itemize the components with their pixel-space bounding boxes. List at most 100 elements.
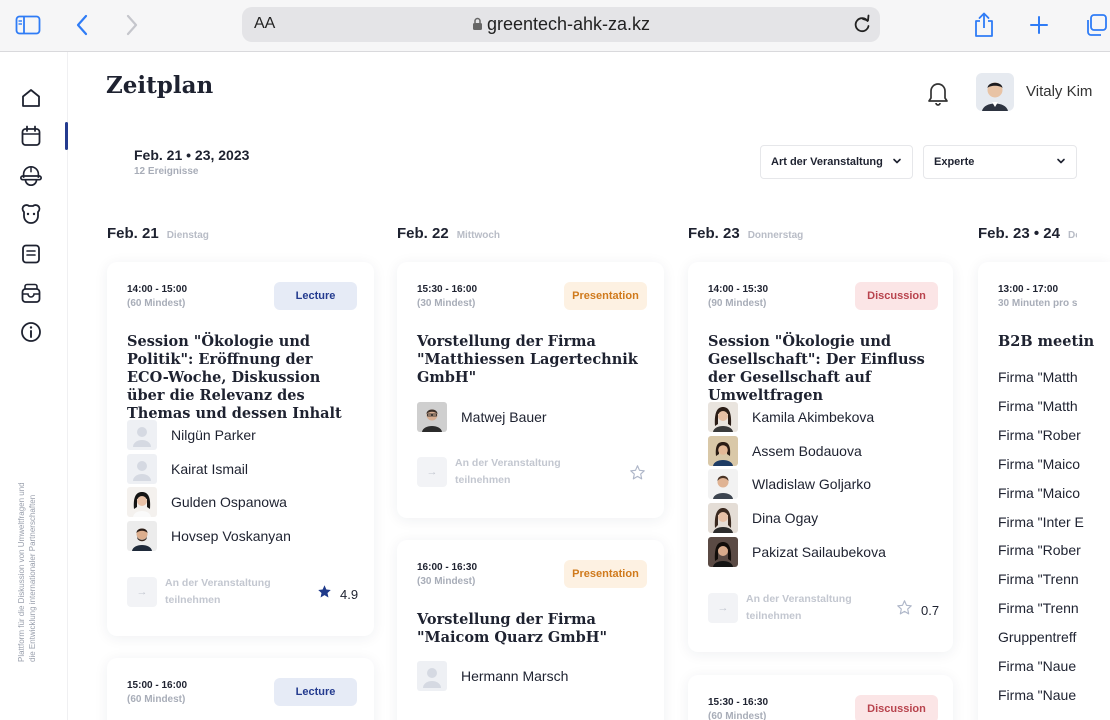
speaker[interactable]: Nilgün Parker [127, 420, 256, 450]
event-type-badge: Lecture [274, 282, 357, 310]
avatar-placeholder-icon [417, 661, 447, 691]
tabs-overview-icon[interactable] [1080, 10, 1110, 40]
address-bar[interactable]: AA greentech-ahk-za.kz [242, 7, 880, 42]
chevron-down-icon [1056, 156, 1066, 169]
speaker-name: Kamila Akimbekova [752, 409, 875, 425]
event-type-badge: Lecture [274, 678, 357, 706]
event-time: 15:30 - 16:30 [708, 697, 769, 708]
join-event[interactable]: → An der Veranstaltung teilnehmen [417, 457, 575, 487]
event-title[interactable]: Session "Ökologie und Politik": Eröffnun… [127, 333, 359, 423]
day-date: Feb. 22 [397, 225, 449, 242]
day-date: Feb. 23 [688, 225, 740, 242]
expert-filter-label: Experte [934, 156, 975, 168]
url-text: greentech-ahk-za.kz [486, 14, 651, 34]
sidebar-toggle-icon[interactable] [12, 10, 44, 40]
speaker-name: Hermann Marsch [461, 668, 569, 684]
event-title[interactable]: Vorstellung der Firma "Maicom Quarz GmbH… [417, 611, 649, 647]
join-event[interactable]: → An der Veranstaltung teilnehmen [127, 577, 285, 607]
arrow-right-icon[interactable]: → [127, 577, 157, 607]
b2b-company: Firma "Naue [998, 658, 1077, 674]
event-card[interactable]: 16:00 - 16:30 (30 Mindest) Presentation … [397, 540, 664, 720]
event-card[interactable]: 15:30 - 16:00 (30 Mindest) Presentation … [397, 262, 664, 518]
speaker-name: Dina Ogay [752, 510, 819, 526]
url-display[interactable]: greentech-ahk-za.kz [242, 14, 880, 36]
speaker-avatar [708, 402, 738, 432]
speaker[interactable]: Assem Bodauova [708, 436, 862, 466]
join-event-label: An der Veranstaltung teilnehmen [165, 577, 271, 606]
share-icon[interactable] [968, 10, 1000, 40]
home-icon[interactable] [19, 86, 43, 110]
star-outline-icon[interactable] [896, 599, 913, 621]
b2b-company: Firma "Naue [998, 687, 1077, 703]
info-icon[interactable] [19, 320, 43, 344]
event-type-badge: Presentation [564, 282, 647, 310]
user-avatar[interactable] [976, 73, 1014, 111]
event-time: 15:00 - 16:00 [127, 680, 188, 691]
join-event[interactable]: → An der Veranstaltung teilnehmen [708, 593, 866, 623]
day-date: Feb. 21 [107, 225, 159, 242]
event-duration: (90 Mindest) [708, 298, 767, 309]
reload-icon[interactable] [852, 13, 872, 40]
speaker[interactable]: Gulden Ospanowa [127, 487, 287, 517]
sidebar-nav: Plattform für die Diskussion von Umweltf… [0, 52, 68, 720]
join-event-label: An der Veranstaltung teilnehmen [455, 457, 561, 486]
arrow-right-icon[interactable]: → [708, 593, 738, 623]
avatar-placeholder-icon [127, 454, 157, 484]
day-date: Feb. 23 • 24 [978, 225, 1060, 242]
event-duration: (60 Mindest) [127, 694, 186, 705]
speaker[interactable]: Hovsep Voskanyan [127, 521, 291, 551]
helmet-icon[interactable] [19, 164, 43, 188]
date-range: Feb. 21 • 23, 2023 [134, 147, 250, 163]
day-weekday: Do [1067, 230, 1077, 241]
back-icon[interactable] [66, 10, 98, 40]
speaker[interactable]: Pakizat Sailaubekova [708, 537, 886, 567]
speaker[interactable]: Kamila Akimbekova [708, 402, 874, 432]
event-title[interactable]: Vorstellung der Firma "Matthiessen Lager… [417, 333, 649, 387]
calendar-icon[interactable] [19, 124, 43, 148]
forward-icon[interactable] [116, 10, 148, 40]
arrow-right-icon[interactable]: → [417, 457, 447, 487]
speaker[interactable]: Matwej Bauer [417, 402, 547, 432]
b2b-company: Firma "Inter E [998, 514, 1084, 530]
mascot-icon[interactable] [19, 202, 43, 226]
speaker[interactable]: Wladislaw Goljarko [708, 469, 871, 499]
star-outline-icon[interactable] [629, 464, 646, 486]
event-card[interactable]: 15:30 - 16:30 (60 Mindest) Discussion [688, 675, 953, 720]
event-card[interactable]: 15:00 - 16:00 (60 Mindest) Lecture [107, 658, 374, 720]
new-tab-icon[interactable] [1023, 10, 1055, 40]
speaker[interactable]: Dina Ogay [708, 503, 818, 533]
day-weekday: Dienstag [166, 230, 209, 241]
user-name[interactable]: Vitaly Kim [1026, 83, 1092, 100]
event-card[interactable]: 14:00 - 15:30 (90 Mindest) Discussion Se… [688, 262, 953, 652]
event-title[interactable]: B2B meetin [998, 333, 1110, 351]
speaker-avatar [708, 436, 738, 466]
speaker[interactable]: Kairat Ismail [127, 454, 248, 484]
event-type-filter-label: Art der Veranstaltung [771, 156, 883, 168]
rating[interactable]: 4.9 [317, 584, 358, 604]
event-card[interactable]: 14:00 - 15:00 (60 Mindest) Lecture Sessi… [107, 262, 374, 636]
join-event-label: An der Veranstaltung teilnehmen [746, 593, 852, 622]
speaker-name: Nilgün Parker [171, 427, 256, 443]
b2b-company: Firma "Trenn [998, 571, 1079, 587]
star-filled-icon[interactable] [317, 584, 332, 604]
event-card[interactable]: 13:00 - 17:00 30 Minuten pro s B2B meeti… [978, 262, 1110, 720]
speaker-name: Pakizat Sailaubekova [752, 544, 886, 560]
event-type-filter[interactable]: Art der Veranstaltung [760, 145, 913, 179]
day-header: Feb. 23 Donnerstag [688, 225, 803, 243]
event-type-badge: Discussion [855, 282, 938, 310]
expert-filter[interactable]: Experte [923, 145, 1077, 179]
event-title[interactable]: Session "Ökologie und Gesellschaft": Der… [708, 333, 940, 405]
rating-value: 4.9 [340, 586, 359, 602]
favorite-star[interactable] [629, 464, 646, 486]
speaker-avatar [127, 521, 157, 551]
notes-icon[interactable] [19, 242, 43, 266]
event-time: 13:00 - 17:00 [998, 284, 1059, 295]
speaker-avatar [708, 469, 738, 499]
inbox-icon[interactable] [19, 281, 43, 305]
notification-bell-icon[interactable] [926, 80, 950, 106]
page-title: Zeitplan [106, 72, 214, 99]
event-duration: (60 Mindest) [127, 298, 186, 309]
day-header: Feb. 23 • 24 Do [978, 225, 1077, 243]
rating[interactable]: 0.7 [896, 599, 939, 621]
speaker[interactable]: Hermann Marsch [417, 661, 568, 691]
